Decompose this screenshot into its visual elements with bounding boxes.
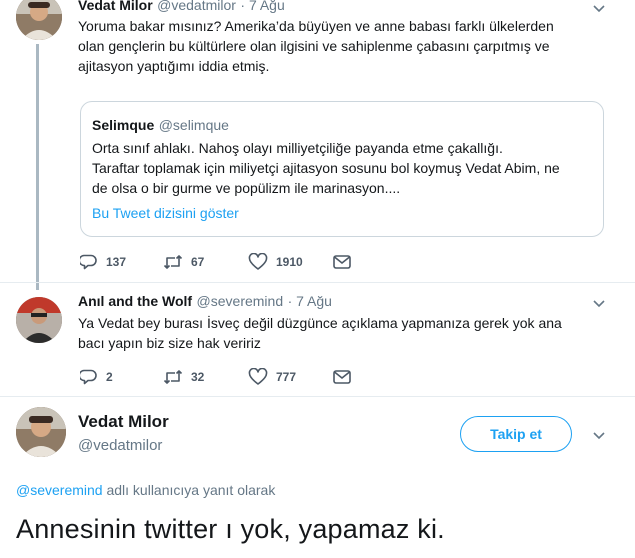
tweet-text-line: Yoruma bakar mısınız? Amerika’da büyüyen…	[78, 18, 554, 34]
like-action[interactable]: 777	[248, 368, 296, 386]
author-handle[interactable]: @vedatmilor	[157, 0, 236, 13]
reply-mention-link[interactable]: @severemind	[16, 482, 103, 498]
chevron-down-icon[interactable]	[592, 429, 606, 443]
author-handle[interactable]: @severemind	[197, 293, 284, 309]
reply-count: 137	[106, 255, 127, 269]
heart-icon	[248, 368, 268, 385]
author-name[interactable]: Anıl and the Wolf	[78, 293, 192, 309]
divider	[0, 396, 635, 397]
retweet-icon	[163, 370, 183, 384]
envelope-icon	[333, 255, 351, 269]
reply-to-text: adlı kullanıcıya yanıt olarak	[102, 482, 276, 498]
avatar[interactable]	[16, 407, 66, 457]
reply-action[interactable]: 137	[80, 253, 126, 271]
tweet-text-line: ajitasyon yaptığımı iddia etmiş.	[78, 58, 270, 74]
like-count: 1910	[276, 255, 303, 269]
quoted-tweet[interactable]: Selimque @selimque Orta sınıf ahlakı. Na…	[80, 101, 604, 237]
tweet-text-line: Ya Vedat bey burası İsveç değil düzgünce…	[78, 315, 562, 331]
reply-action[interactable]: 2	[80, 368, 113, 386]
envelope-icon	[333, 370, 351, 384]
tweet-text-line: bacı yapın biz size hak veririz	[78, 335, 261, 351]
retweet-count: 32	[191, 370, 205, 384]
retweet-action[interactable]: 32	[163, 368, 204, 386]
reply-icon	[80, 369, 97, 385]
main-author-name[interactable]: Vedat Milor	[78, 412, 169, 432]
chevron-down-icon[interactable]	[592, 2, 606, 16]
retweet-action[interactable]: 67	[163, 253, 204, 271]
dm-action[interactable]	[333, 254, 359, 270]
main-author-handle[interactable]: @vedatmilor	[78, 437, 162, 454]
retweet-count: 67	[191, 255, 205, 269]
quote-text-line: Taraftar toplamak için miliyetçi ajitasy…	[92, 160, 560, 176]
avatar[interactable]	[16, 0, 62, 40]
replying-to: @severemind adlı kullanıcıya yanıt olara…	[16, 482, 275, 498]
tweet-date[interactable]: · 7 Ağu	[240, 0, 284, 13]
reply-count: 2	[106, 370, 113, 384]
like-count: 777	[276, 370, 297, 384]
tweet-date[interactable]: · 7 Ağu	[288, 293, 332, 309]
retweet-icon	[163, 255, 183, 269]
quote-text-line: Orta sınıf ahlakı. Nahoş olayı milliyetç…	[92, 140, 503, 156]
show-thread-link[interactable]: Bu Tweet dizisini göster	[92, 205, 239, 221]
thread-line	[36, 44, 39, 290]
quote-author-name: Selimque	[92, 117, 155, 133]
chevron-down-icon[interactable]	[592, 297, 606, 311]
dm-action[interactable]	[333, 369, 359, 385]
tweet-text-line: olan gençlerin bu kültürlere olan ilgisi…	[78, 38, 550, 54]
divider	[0, 282, 635, 283]
quote-author-handle: @selimque	[158, 117, 229, 133]
avatar[interactable]	[16, 297, 62, 343]
quote-text-line: de olsa o bir gurme ve popülizm ile mari…	[92, 180, 401, 196]
author-name[interactable]: Vedat Milor	[78, 0, 153, 13]
follow-button[interactable]: Takip et	[460, 416, 572, 452]
like-action[interactable]: 1910	[248, 253, 303, 271]
reply-icon	[80, 254, 97, 270]
main-tweet-text: Annesinin twitter ı yok, yapamaz ki.	[16, 514, 445, 544]
heart-icon	[248, 253, 268, 270]
